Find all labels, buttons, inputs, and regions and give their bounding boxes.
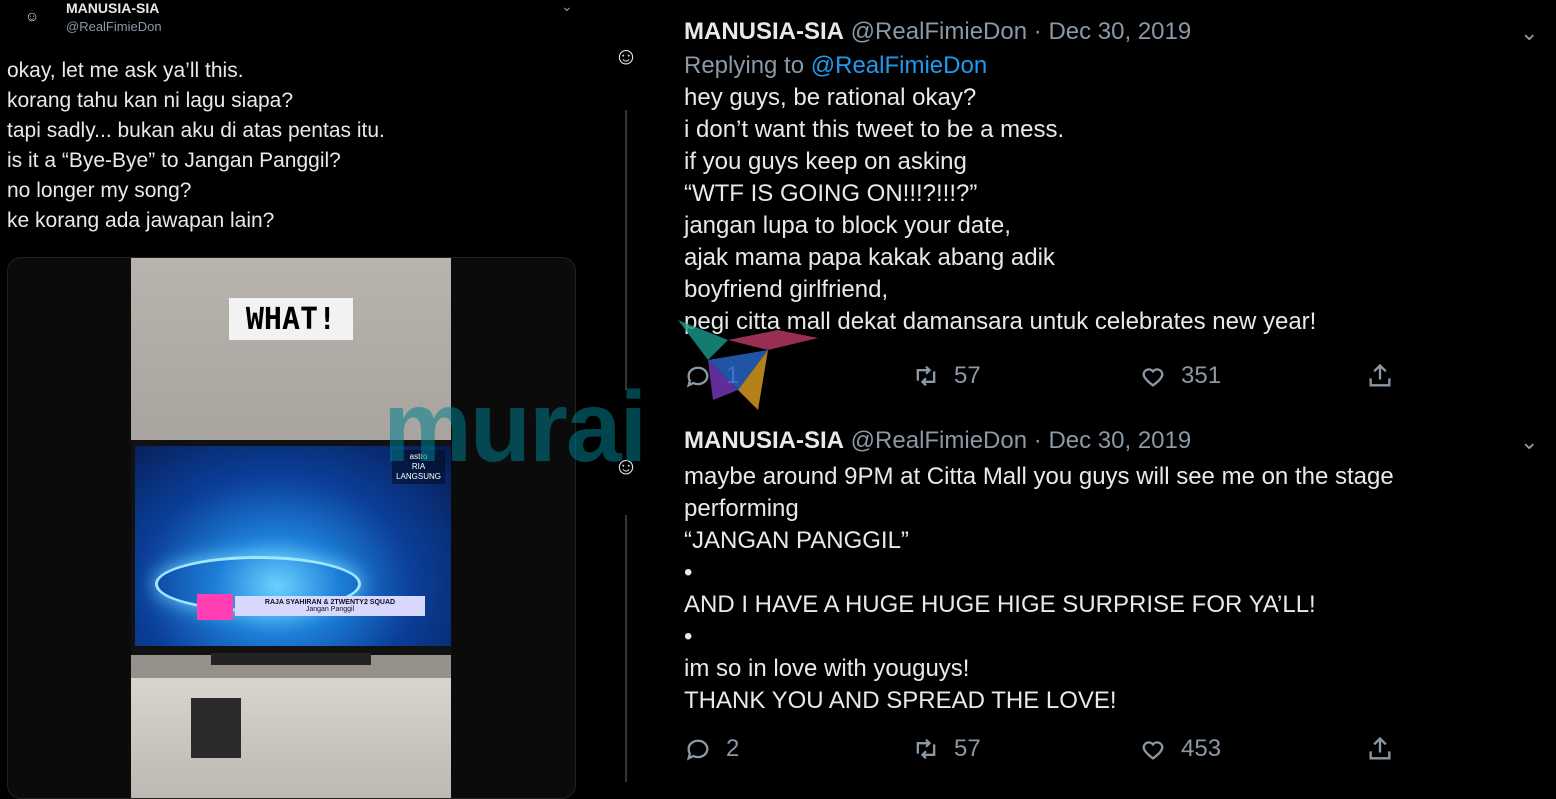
- media-container[interactable]: WHAT! astro RIA LANGSUNG RAJA SYAHIRAN &…: [7, 257, 576, 799]
- replying-handle-link[interactable]: @RealFimieDon: [811, 52, 987, 79]
- pink-graphic: [197, 594, 233, 620]
- hummingbird-logo-icon: [678, 320, 818, 410]
- tweet-line: korang tahu kan ni lagu siapa?: [7, 89, 294, 112]
- heart-icon: [1142, 368, 1164, 387]
- tweet-line: tapi sadly... bukan aku di atas pentas i…: [7, 119, 385, 142]
- retweet-icon: [916, 738, 936, 760]
- tweet-line: performing: [684, 495, 799, 522]
- tweet-line: hey guys, be rational okay?: [684, 84, 977, 111]
- retweet-count: 57: [954, 735, 981, 762]
- replying-label: Replying to: [684, 52, 805, 79]
- banner-title: RAJA SYAHIRAN & 2TWENTY2 SQUAD: [264, 599, 396, 606]
- shelf: [131, 678, 451, 798]
- like-count: 453: [1181, 735, 1222, 762]
- reply-count: 2: [726, 735, 740, 762]
- author-name[interactable]: MANUSIA-SIA: [684, 18, 844, 45]
- retweet-count: 57: [954, 362, 981, 389]
- author-handle[interactable]: @RealFimieDon: [851, 427, 1027, 454]
- author-handle[interactable]: @RealFimieDon: [851, 18, 1027, 45]
- author-name[interactable]: MANUSIA-SIA: [684, 427, 844, 454]
- tweet-line: if you guys keep on asking: [684, 148, 967, 175]
- tweet-line: jangan lupa to block your date,: [684, 212, 1011, 239]
- tweet-line: maybe around 9PM at Citta Mall you guys …: [684, 463, 1394, 490]
- tweet-line: okay, let me ask ya’ll this.: [7, 59, 244, 82]
- tweet-line: is it a “Bye-Bye” to Jangan Panggil?: [7, 149, 341, 172]
- tweet-line: im so in love with youguys!: [684, 655, 970, 682]
- like-count: 351: [1181, 362, 1222, 389]
- banner-subtitle: Jangan Panggil: [305, 606, 355, 613]
- share-button[interactable]: [1366, 362, 1394, 390]
- tv-stand: [211, 653, 371, 665]
- tweet-line: i don’t want this tweet to be a mess.: [684, 116, 1065, 143]
- tweet-text: maybe around 9PM at Citta Mall you guys …: [684, 461, 1394, 717]
- tweet-line: •: [684, 559, 693, 586]
- overlay-text: WHAT!: [229, 298, 353, 340]
- tweet-line: no longer my song?: [7, 179, 192, 202]
- watermark-logo: murai: [383, 371, 647, 483]
- separator: ·: [1033, 18, 1042, 45]
- like-button[interactable]: 453: [1139, 735, 1221, 763]
- author-handle[interactable]: @RealFimieDon: [66, 19, 162, 34]
- video-frame[interactable]: WHAT! astro RIA LANGSUNG RAJA SYAHIRAN &…: [131, 258, 451, 798]
- tweet-line: ajak mama papa kakak abang adik: [684, 244, 1055, 271]
- tweet-line: “JANGAN PANGGIL”: [684, 527, 909, 554]
- share-icon: [1369, 736, 1391, 760]
- author-name[interactable]: MANUSIA-SIA: [66, 0, 159, 16]
- tweet-date[interactable]: Dec 30, 2019: [1048, 18, 1191, 45]
- smiley-avatar-icon[interactable]: ☺: [611, 42, 641, 72]
- tweet-actions: 2 57 453: [684, 735, 1404, 765]
- chevron-down-icon[interactable]: ⌄: [1520, 20, 1538, 46]
- tweet-line: •: [684, 623, 693, 650]
- chevron-down-icon[interactable]: ⌄: [1520, 429, 1538, 455]
- shelf-object: [191, 698, 241, 758]
- tweet-2: MANUSIA-SIA @RealFimieDon · Dec 30, 2019…: [684, 427, 1394, 717]
- tweet-header: MANUSIA-SIA @RealFimieDon · Dec 30, 2019: [684, 427, 1394, 455]
- retweet-icon: [916, 365, 936, 387]
- chevron-down-icon[interactable]: ⌄: [561, 0, 573, 15]
- thread-line: [625, 110, 627, 390]
- reply-button[interactable]: 2: [684, 735, 739, 763]
- tweet-line: “WTF IS GOING ON!!!?!!!?”: [684, 180, 978, 207]
- tweet-text: okay, let me ask ya’ll this. korang tahu…: [7, 56, 385, 236]
- tweet-1: MANUSIA-SIA @RealFimieDon · Dec 30, 2019…: [684, 18, 1316, 338]
- tweet-line: ke korang ada jawapan lain?: [7, 209, 275, 232]
- replying-to: Replying to @RealFimieDon: [684, 52, 1316, 80]
- share-button[interactable]: [1366, 735, 1394, 763]
- retweet-button[interactable]: 57: [912, 735, 981, 763]
- tweet-line: THANK YOU AND SPREAD THE LOVE!: [684, 687, 1117, 714]
- smiley-avatar-icon[interactable]: ☺: [22, 6, 42, 26]
- reply-icon: [686, 739, 709, 761]
- retweet-button[interactable]: 57: [912, 362, 981, 390]
- like-button[interactable]: 351: [1139, 362, 1221, 390]
- tweet-date[interactable]: Dec 30, 2019: [1048, 427, 1191, 454]
- heart-icon: [1142, 741, 1164, 760]
- tweet-line: AND I HAVE A HUGE HUGE HIGE SURPRISE FOR…: [684, 591, 1316, 618]
- thread-line: [625, 515, 627, 782]
- tweet-header: MANUSIA-SIA @RealFimieDon · Dec 30, 2019: [684, 18, 1316, 46]
- separator: ·: [1033, 427, 1042, 454]
- lower-third-banner: RAJA SYAHIRAN & 2TWENTY2 SQUAD Jangan Pa…: [235, 596, 425, 616]
- share-icon: [1369, 363, 1391, 387]
